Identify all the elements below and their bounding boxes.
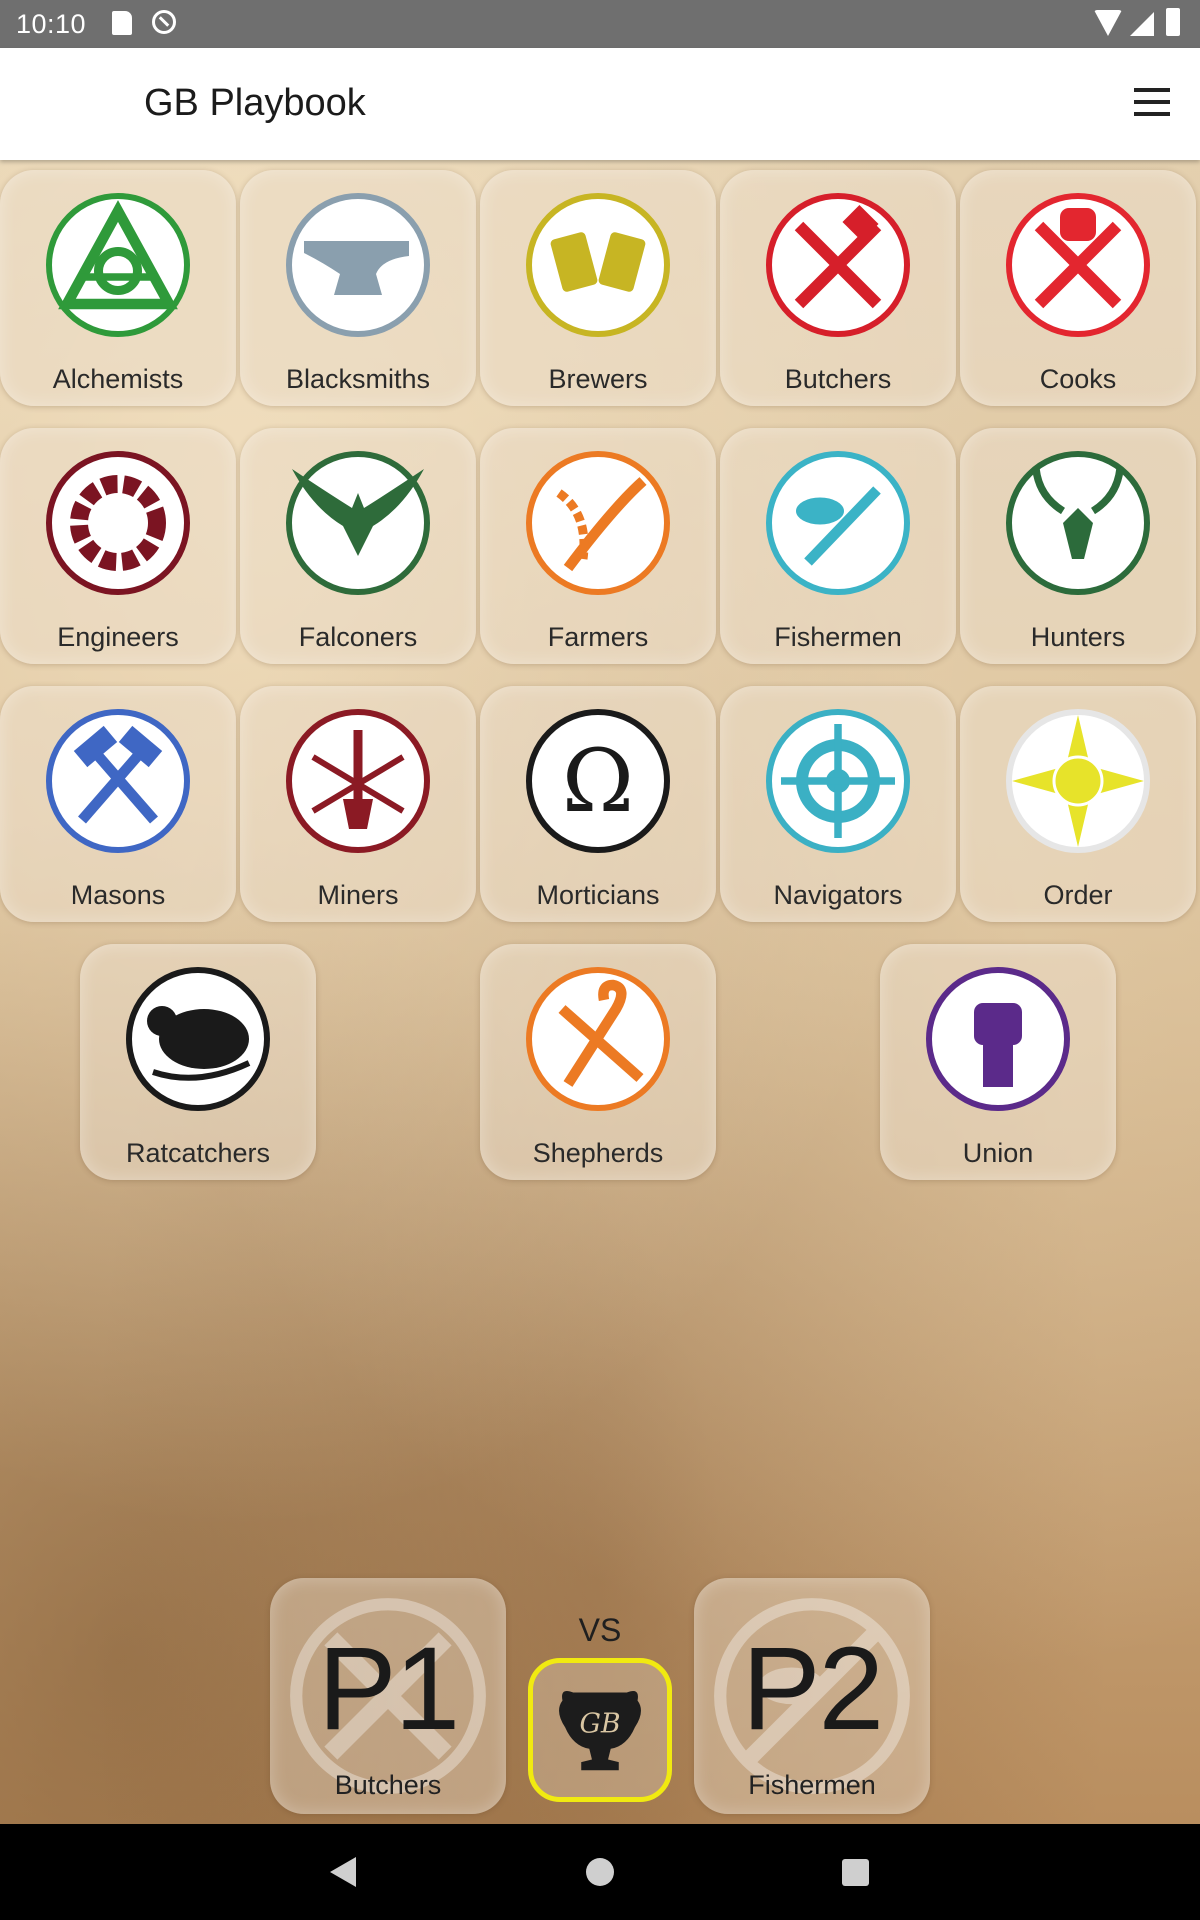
guild-tile-fishermen[interactable]: Fishermen xyxy=(720,428,956,664)
battery-icon xyxy=(1166,8,1180,36)
sun-star-icon xyxy=(1006,709,1150,853)
guild-label: Morticians xyxy=(536,880,660,910)
ship-wheel-anchor-icon xyxy=(766,709,910,853)
guild-tile-navigators[interactable]: Navigators xyxy=(720,686,956,922)
guild-label: Cooks xyxy=(1039,364,1117,394)
guild-tile-masons[interactable]: Masons xyxy=(0,686,236,922)
guild-label: Masons xyxy=(70,880,166,910)
guild-tile-morticians[interactable]: Ω Morticians xyxy=(480,686,716,922)
wheat-scythe-icon xyxy=(526,451,670,595)
crook-shears-icon xyxy=(526,967,670,1111)
stag-skull-icon xyxy=(1006,451,1150,595)
guild-tile-farmers[interactable]: Farmers xyxy=(480,428,716,664)
guild-tile-hunters[interactable]: Hunters xyxy=(960,428,1196,664)
app-title: GB Playbook xyxy=(144,82,366,124)
home-icon[interactable] xyxy=(586,1858,614,1886)
wifi-icon xyxy=(1094,10,1122,36)
guild-label: Engineers xyxy=(57,622,179,652)
status-time: 10:10 xyxy=(16,9,87,39)
guild-tile-order[interactable]: Order xyxy=(960,686,1196,922)
player2-selector[interactable]: P2 Fishermen xyxy=(694,1578,930,1814)
guild-label: Union xyxy=(962,1138,1034,1168)
back-icon[interactable] xyxy=(330,1857,356,1887)
chef-hat-crossed-utensils-icon xyxy=(1006,193,1150,337)
recents-icon[interactable] xyxy=(842,1859,869,1886)
do-not-disturb-icon xyxy=(152,10,176,34)
guild-tile-shepherds[interactable]: Shepherds xyxy=(480,944,716,1180)
guild-tile-blacksmiths[interactable]: Blacksmiths xyxy=(240,170,476,406)
guild-tile-butchers[interactable]: Butchers xyxy=(720,170,956,406)
guild-tile-alchemists[interactable]: Alchemists xyxy=(0,170,236,406)
rat-icon xyxy=(126,967,270,1111)
guild-tile-engineers[interactable]: Engineers xyxy=(0,428,236,664)
crossed-hammers-icon xyxy=(46,709,190,853)
guild-label: Brewers xyxy=(548,364,648,394)
player1-team: Butchers xyxy=(334,1770,442,1800)
guild-tile-union[interactable]: Union xyxy=(880,944,1116,1180)
system-nav-bar xyxy=(0,1824,1200,1920)
falcon-icon xyxy=(286,451,430,595)
gb-trophy-icon: GB xyxy=(559,1690,641,1771)
raised-fist-icon xyxy=(926,967,1070,1111)
guild-label: Shepherds xyxy=(532,1138,664,1168)
start-match-button[interactable]: GB xyxy=(528,1658,672,1802)
status-bar: 10:10 xyxy=(0,0,1200,48)
alchemist-triangle-icon xyxy=(46,193,190,337)
guild-label: Alchemists xyxy=(52,364,184,394)
guild-grid: Alchemists Blacksmiths Brewers Butchers … xyxy=(0,160,1200,1824)
guild-label: Order xyxy=(1043,880,1113,910)
pick-shovel-icon xyxy=(286,709,430,853)
svg-text:GB: GB xyxy=(579,1709,620,1740)
guild-label: Blacksmiths xyxy=(285,364,431,394)
guild-label: Falconers xyxy=(298,622,418,652)
guild-tile-miners[interactable]: Miners xyxy=(240,686,476,922)
beer-mugs-icon xyxy=(526,193,670,337)
fish-knife-icon xyxy=(766,451,910,595)
player1-label: P1 xyxy=(317,1623,460,1755)
guild-tile-falconers[interactable]: Falconers xyxy=(240,428,476,664)
guild-tile-cooks[interactable]: Cooks xyxy=(960,170,1196,406)
crossed-cleaver-knife-icon xyxy=(766,193,910,337)
guild-tile-ratcatchers[interactable]: Ratcatchers xyxy=(80,944,316,1180)
guild-label: Butchers xyxy=(784,364,892,394)
omega-icon: Ω xyxy=(526,709,670,853)
guild-label: Navigators xyxy=(773,880,903,910)
svg-text:Ω: Ω xyxy=(562,730,634,832)
sd-card-icon xyxy=(112,11,132,35)
player2-label: P2 xyxy=(741,1623,884,1755)
guild-label: Ratcatchers xyxy=(125,1138,271,1168)
vs-label: VS xyxy=(578,1612,622,1648)
gear-icon xyxy=(46,451,190,595)
app-bar: GB Playbook xyxy=(0,48,1200,160)
hamburger-menu-icon[interactable] xyxy=(1134,88,1170,118)
guild-label: Fishermen xyxy=(774,622,902,652)
cell-signal-icon xyxy=(1130,12,1154,36)
guild-label: Hunters xyxy=(1030,622,1126,652)
guild-tile-brewers[interactable]: Brewers xyxy=(480,170,716,406)
guild-label: Miners xyxy=(317,880,399,910)
player1-selector[interactable]: P1 Butchers xyxy=(270,1578,506,1814)
player2-team: Fishermen xyxy=(748,1770,876,1800)
guild-label: Farmers xyxy=(547,622,649,652)
anvil-icon xyxy=(286,193,430,337)
